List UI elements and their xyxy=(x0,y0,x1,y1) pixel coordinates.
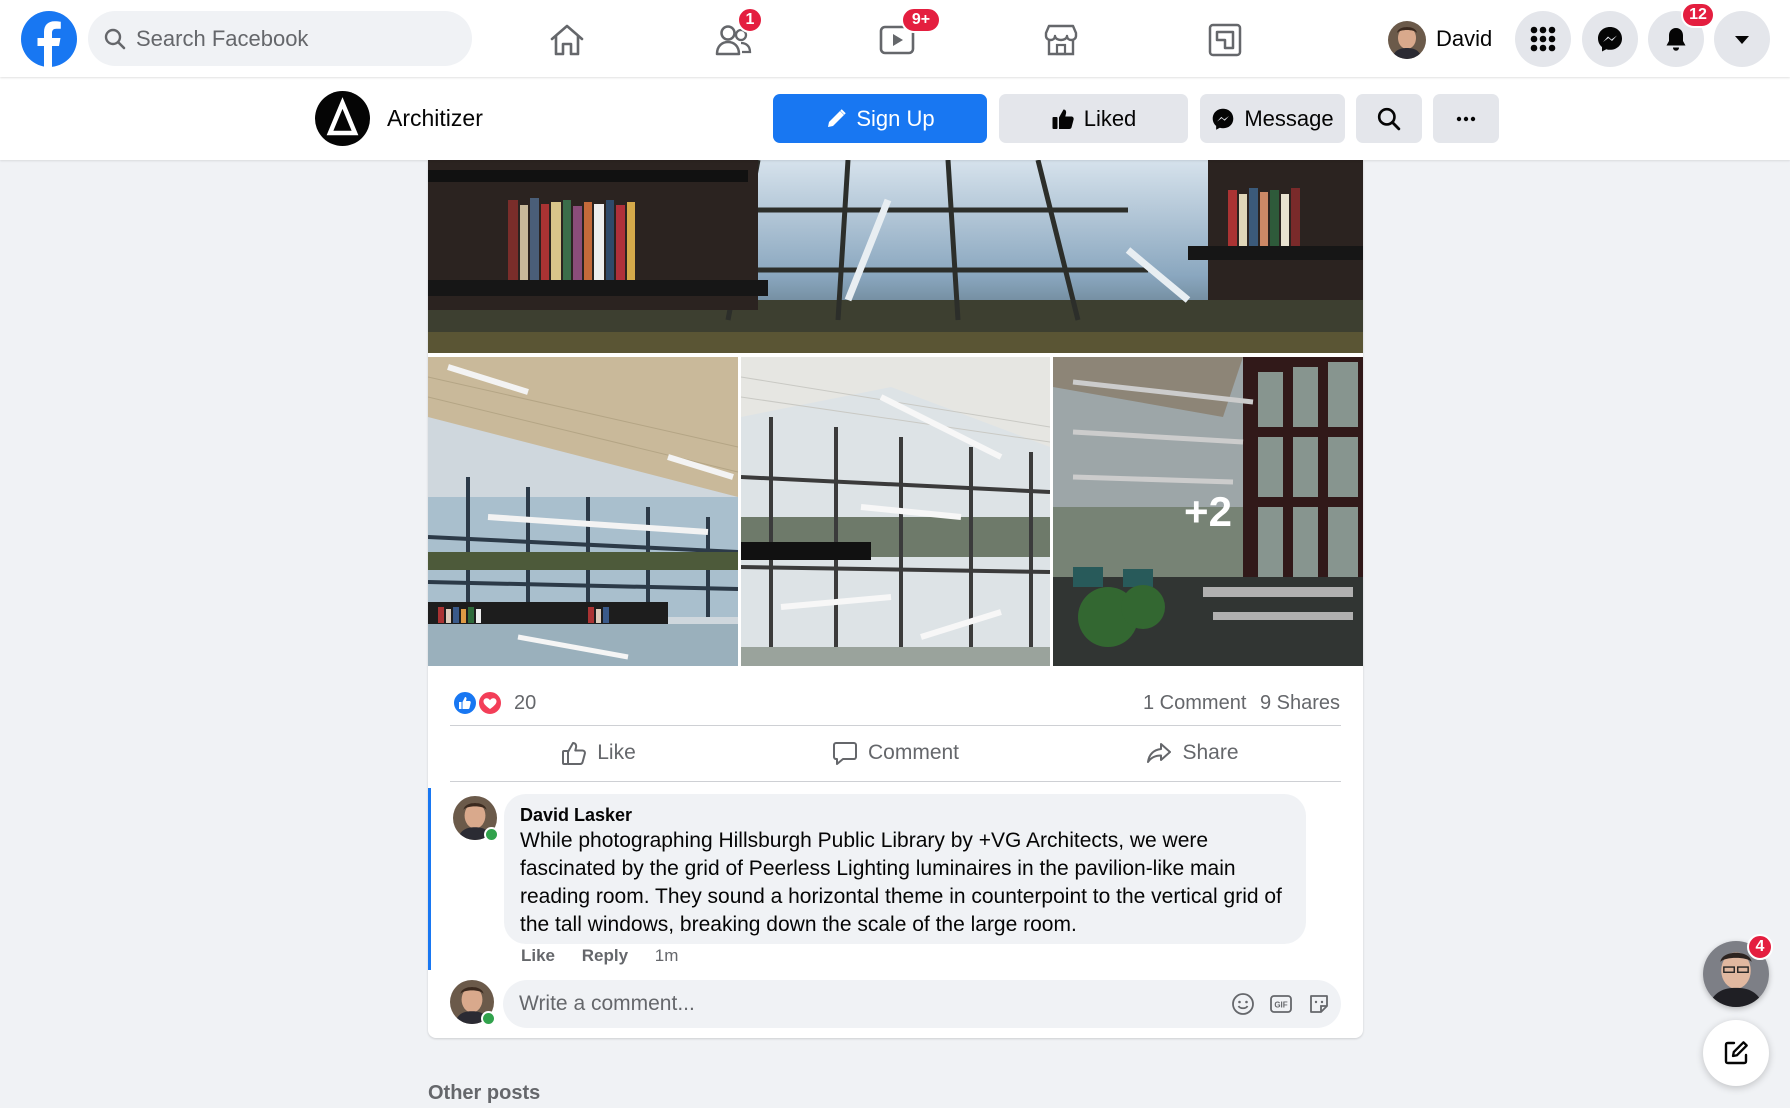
messenger-icon xyxy=(1598,27,1622,52)
like-love-reaction-icons[interactable] xyxy=(452,690,504,716)
post-actions-row: Like Comment Share xyxy=(450,726,1341,780)
notifications-badge: 12 xyxy=(1681,2,1715,28)
page-name[interactable]: Architizer xyxy=(387,105,483,132)
comment-label: Comment xyxy=(867,741,960,764)
share-label: Share xyxy=(1182,741,1239,764)
page-header-bar: Architizer Sign Up Liked Message xyxy=(0,77,1790,160)
notifications-button[interactable]: 12 xyxy=(1648,2,1715,67)
new-message-button[interactable] xyxy=(1703,1020,1769,1086)
post-photo-4[interactable]: +2 xyxy=(1053,357,1363,666)
commenter-avatar[interactable] xyxy=(453,796,499,842)
search-input[interactable] xyxy=(136,11,456,66)
gaming-icon xyxy=(1208,23,1242,57)
like-button[interactable]: Like xyxy=(450,726,747,780)
comment-reply-link[interactable]: Reply xyxy=(582,946,628,965)
bell-icon xyxy=(1666,28,1686,51)
thumbs-up-icon xyxy=(562,742,587,765)
pencil-icon xyxy=(828,108,847,127)
friends-notification-badge: 1 xyxy=(737,7,763,33)
post-photo-main[interactable] xyxy=(428,160,1363,353)
library-reflection-photo xyxy=(428,160,1363,353)
profile-name: David xyxy=(1436,26,1493,51)
architizer-logo-icon xyxy=(326,97,359,136)
comment-share-stats: 1 Comment 9 Shares xyxy=(1135,692,1340,715)
marketplace-icon xyxy=(1044,24,1078,56)
sign-up-label: Sign Up xyxy=(856,105,935,131)
sign-up-button[interactable]: Sign Up xyxy=(773,94,987,143)
nav-tab-marketplace[interactable] xyxy=(1010,10,1110,68)
grid-menu-icon xyxy=(1530,26,1556,52)
share-button[interactable]: Share xyxy=(1044,726,1341,780)
comment-composer[interactable]: GIF xyxy=(503,980,1341,1028)
profile-avatar xyxy=(1388,21,1426,59)
comment-item: David Lasker While photographing Hillsbu… xyxy=(428,788,1363,970)
more-photos-overlay[interactable]: +2 xyxy=(1053,357,1363,666)
search-icon xyxy=(104,28,126,50)
comment-bubble: David Lasker While photographing Hillsbu… xyxy=(504,794,1306,944)
emoji-icon[interactable] xyxy=(1231,992,1255,1016)
shares-count[interactable]: 9 Shares xyxy=(1260,692,1340,714)
comment-button[interactable]: Comment xyxy=(747,726,1044,780)
nav-tab-home[interactable] xyxy=(516,10,616,68)
sticker-icon[interactable] xyxy=(1307,992,1331,1016)
home-icon xyxy=(550,24,584,56)
comment-icon xyxy=(832,742,857,765)
reading-room-photo xyxy=(428,357,738,666)
profile-shortcut[interactable]: David xyxy=(1378,16,1500,62)
messenger-button[interactable] xyxy=(1582,11,1638,67)
page-more-button[interactable] xyxy=(1433,94,1499,143)
online-status-dot xyxy=(481,1011,496,1026)
gif-icon[interactable]: GIF xyxy=(1269,992,1293,1016)
write-comment-row: GIF xyxy=(428,978,1363,1030)
current-user-avatar[interactable] xyxy=(450,980,496,1026)
like-label: Like xyxy=(597,741,636,764)
facebook-logo-icon[interactable] xyxy=(21,11,77,67)
page-search-button[interactable] xyxy=(1356,94,1422,143)
chat-head-badge: 4 xyxy=(1747,934,1773,960)
message-button[interactable]: Message xyxy=(1200,94,1345,143)
post-card: +2 20 1 Comment 9 Shares Like Comment Sh… xyxy=(428,160,1363,1038)
window-grid-photo xyxy=(741,357,1050,666)
liked-button[interactable]: Liked xyxy=(999,94,1188,143)
compose-icon xyxy=(1724,1041,1748,1065)
messenger-icon xyxy=(1213,108,1234,130)
watch-notification-badge: 9+ xyxy=(901,7,941,33)
caret-down-icon xyxy=(1735,36,1749,44)
nav-tab-watch[interactable]: 9+ xyxy=(846,7,946,68)
other-posts-heading: Other posts xyxy=(428,1082,541,1104)
online-status-dot xyxy=(484,827,499,842)
comment-input[interactable] xyxy=(519,980,1199,1028)
reaction-stats-row: 20 1 Comment 9 Shares xyxy=(452,680,1340,724)
search-box[interactable] xyxy=(88,11,472,66)
message-label: Message xyxy=(1244,105,1334,131)
comments-count[interactable]: 1 Comment xyxy=(1143,692,1246,714)
comment-text: While photographing Hillsburgh Public Li… xyxy=(520,829,1282,936)
comment-meta: Like Reply 1m xyxy=(521,946,700,966)
reaction-count[interactable]: 20 xyxy=(514,692,536,715)
account-menu-button[interactable] xyxy=(1714,11,1770,67)
share-arrow-icon xyxy=(1147,743,1172,763)
comment-like-link[interactable]: Like xyxy=(521,946,555,965)
divider xyxy=(450,781,1341,782)
architizer-logo[interactable] xyxy=(315,91,370,146)
comment-timestamp[interactable]: 1m xyxy=(655,946,679,965)
post-photo-3[interactable] xyxy=(741,357,1050,666)
nav-tab-gaming[interactable] xyxy=(1174,10,1274,68)
post-photo-2[interactable] xyxy=(428,357,738,666)
thumbs-up-filled-icon xyxy=(1052,109,1074,129)
menu-button[interactable] xyxy=(1515,11,1571,67)
search-icon xyxy=(1377,107,1401,130)
nav-tab-friends[interactable]: 1 xyxy=(682,7,782,68)
liked-label: Liked xyxy=(1083,105,1137,131)
top-navigation-bar: 1 9+ David xyxy=(0,0,1790,77)
more-horizontal-icon xyxy=(1456,116,1476,121)
svg-text:GIF: GIF xyxy=(1274,1001,1287,1010)
comment-author[interactable]: David Lasker xyxy=(520,805,1290,826)
